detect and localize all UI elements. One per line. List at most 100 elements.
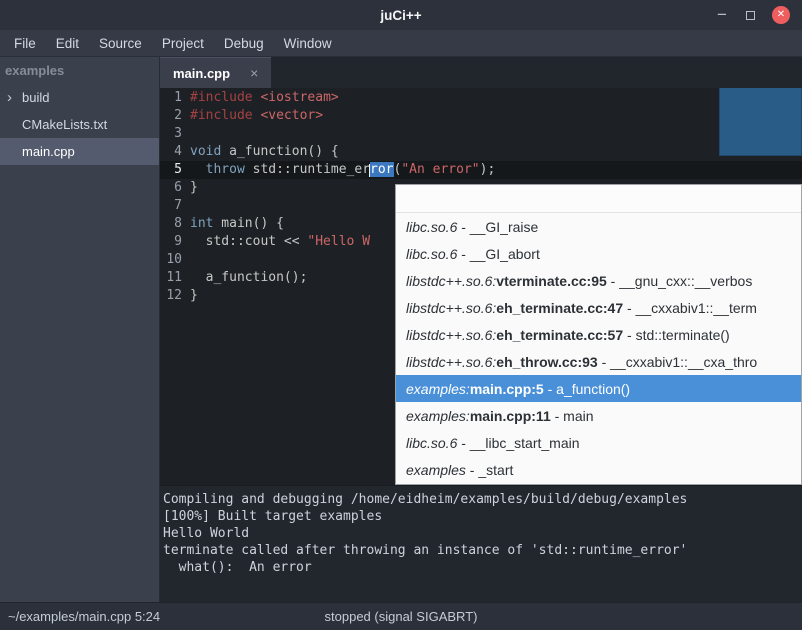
code-text: std::cout << "Hello W: [190, 234, 370, 249]
close-icon: ✕: [772, 6, 790, 24]
code-text: int main() {: [190, 216, 284, 231]
stack-frame-item-1[interactable]: libc.so.6 - __GI_raise: [396, 213, 801, 240]
file-tree-item-main-cpp[interactable]: main.cpp: [0, 138, 159, 165]
library-name: libstdc++.so.6:: [406, 273, 496, 289]
close-button[interactable]: ✕: [772, 6, 790, 24]
code-segment: #include: [190, 108, 253, 123]
library-name: libstdc++.so.6:: [406, 354, 496, 370]
terminal-line: Compiling and debugging /home/eidheim/ex…: [163, 491, 798, 508]
code-segment: <iostream>: [260, 90, 338, 105]
stack-frame-item-4[interactable]: libstdc++.so.6:eh_terminate.cc:47 - __cx…: [396, 294, 801, 321]
window-controls: − ✕: [715, 0, 790, 30]
code-segment: #include: [190, 90, 253, 105]
code-segment: [190, 162, 206, 177]
code-segment: "Hello W: [307, 234, 370, 249]
library-name: libc.so.6: [406, 435, 457, 451]
stack-frame-item-7[interactable]: examples:main.cpp:5 - a_function(): [396, 375, 801, 402]
status-file-position: ~/examples/main.cpp 5:24: [8, 609, 160, 624]
file-tree-item-cmakelists-txt[interactable]: CMakeLists.txt: [0, 111, 159, 138]
line-number: 12: [160, 287, 190, 305]
titlebar[interactable]: juCi++ − ✕: [0, 0, 802, 30]
stack-frame-item-10[interactable]: examples - _start: [396, 456, 801, 483]
file-label: main.cpp: [22, 144, 75, 159]
line-number: 10: [160, 251, 190, 269]
code-segment: main() {: [213, 216, 283, 231]
code-text: }: [190, 288, 198, 303]
stack-frame-item-3[interactable]: libstdc++.so.6:vterminate.cc:95 - __gnu_…: [396, 267, 801, 294]
stack-frame-item-9[interactable]: libc.so.6 - __libc_start_main: [396, 429, 801, 456]
line-number: 2: [160, 107, 190, 125]
code-text: #include <vector>: [190, 108, 323, 123]
stack-frame-item-8[interactable]: examples:main.cpp:11 - main: [396, 402, 801, 429]
line-number: 4: [160, 143, 190, 161]
code-line-5[interactable]: 5 throw std::runtime_error("An error");: [160, 161, 802, 179]
menu-window[interactable]: Window: [274, 33, 342, 54]
code-text: throw std::runtime_error("An error");: [190, 162, 495, 177]
code-segment: throw: [206, 162, 245, 177]
code-line-1[interactable]: 1#include <iostream>: [160, 89, 802, 107]
tab-label: main.cpp: [173, 66, 230, 81]
menu-source[interactable]: Source: [89, 33, 152, 54]
line-number: 6: [160, 179, 190, 197]
terminal-line: [100%] Built target examples: [163, 508, 798, 525]
project-label: examples: [0, 57, 159, 84]
maximize-button[interactable]: [746, 11, 755, 20]
minimize-icon: −: [717, 10, 727, 20]
tabbar: main.cpp ×: [160, 57, 802, 88]
library-name: libc.so.6: [406, 219, 457, 235]
maximize-icon: [746, 11, 755, 20]
terminal-line: what(): An error: [163, 559, 798, 576]
code-line-3[interactable]: 3: [160, 125, 802, 143]
status-debug-state: stopped (signal SIGABRT): [325, 609, 478, 624]
file-location: vterminate.cc:95: [496, 273, 607, 289]
tab-close-icon[interactable]: ×: [250, 66, 258, 80]
statusbar: ~/examples/main.cpp 5:24 stopped (signal…: [0, 602, 802, 630]
symbol-name: - __libc_start_main: [457, 435, 579, 451]
file-tree-item-build[interactable]: ›build: [0, 84, 159, 111]
menu-edit[interactable]: Edit: [46, 33, 89, 54]
expander-icon[interactable]: ›: [7, 91, 22, 104]
tab-main-cpp[interactable]: main.cpp ×: [160, 57, 271, 88]
file-label: build: [22, 90, 49, 105]
highlighted-token: ror: [370, 162, 393, 177]
code-segment: void: [190, 144, 221, 159]
library-name: examples:: [406, 381, 470, 397]
menu-project[interactable]: Project: [152, 33, 214, 54]
code-line-4[interactable]: 4void a_function() {: [160, 143, 802, 161]
line-number: 8: [160, 215, 190, 233]
menubar: FileEditSourceProjectDebugWindow: [0, 30, 802, 57]
file-location: eh_terminate.cc:57: [496, 327, 623, 343]
stack-frame-item-6[interactable]: libstdc++.so.6:eh_throw.cc:93 - __cxxabi…: [396, 348, 801, 375]
code-segment: }: [190, 180, 198, 195]
stack-popup-items: libc.so.6 - __GI_raiselibc.so.6 - __GI_a…: [396, 213, 801, 483]
terminal-lines: Compiling and debugging /home/eidheim/ex…: [163, 491, 798, 576]
menu-file[interactable]: File: [4, 33, 46, 54]
stack-frame-item-5[interactable]: libstdc++.so.6:eh_terminate.cc:57 - std:…: [396, 321, 801, 348]
line-number: 11: [160, 269, 190, 287]
code-segment: std::cout <<: [190, 234, 307, 249]
code-text: }: [190, 180, 198, 195]
menu-debug[interactable]: Debug: [214, 33, 274, 54]
file-location: eh_throw.cc:93: [496, 354, 597, 370]
symbol-name: - __GI_abort: [457, 246, 540, 262]
stack-frame-popup: libc.so.6 - __GI_raiselibc.so.6 - __GI_a…: [395, 184, 802, 485]
library-name: examples:: [406, 408, 470, 424]
stack-popup-search-row[interactable]: [396, 185, 801, 213]
symbol-name: - __gnu_cxx::__verbos: [607, 273, 753, 289]
symbol-name: - std::terminate(): [623, 327, 730, 343]
line-number: 3: [160, 125, 190, 143]
stack-frame-item-2[interactable]: libc.so.6 - __GI_abort: [396, 240, 801, 267]
library-name: libstdc++.so.6:: [406, 327, 496, 343]
library-name: libstdc++.so.6:: [406, 300, 496, 316]
code-line-2[interactable]: 2#include <vector>: [160, 107, 802, 125]
file-label: CMakeLists.txt: [22, 117, 107, 132]
terminal-line: terminate called after throwing an insta…: [163, 542, 798, 559]
line-number: 5: [160, 161, 190, 179]
code-text: #include <iostream>: [190, 90, 339, 105]
line-number: 1: [160, 89, 190, 107]
symbol-name: - __GI_raise: [457, 219, 538, 235]
minimize-button[interactable]: −: [715, 10, 729, 20]
terminal-panel[interactable]: Compiling and debugging /home/eidheim/ex…: [160, 485, 802, 602]
symbol-name: - __cxxabiv1::__term: [623, 300, 757, 316]
code-segment: a_function();: [190, 270, 307, 285]
